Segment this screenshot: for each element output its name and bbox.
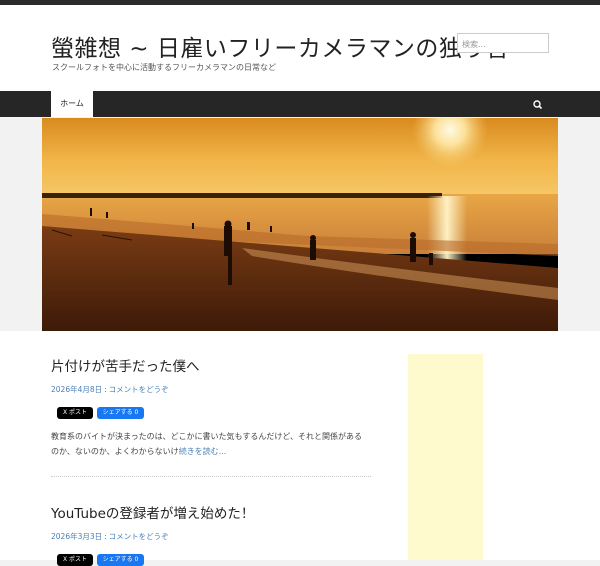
nav-item-home[interactable]: ホーム (51, 91, 93, 117)
post-meta: 2026年3月3日: コメントをどうぞ (51, 531, 371, 542)
post-meta: 2026年4月8日: コメントをどうぞ (51, 384, 371, 395)
post-title[interactable]: 片付けが苦手だった僕へ (51, 355, 371, 375)
search-input[interactable]: 検索... (457, 33, 549, 53)
header-image (42, 118, 558, 331)
post-date[interactable]: 2026年3月3日 (51, 532, 102, 541)
sidebar-ad[interactable] (408, 354, 483, 560)
facebook-share-button[interactable]: シェアする 0 (97, 554, 144, 566)
post-item: YouTubeの登録者が増え始めた！ 2026年3月3日: コメントをどうぞ X … (51, 502, 371, 566)
main-navigation: ホーム (0, 91, 600, 117)
comment-link[interactable]: コメントをどうぞ (109, 532, 169, 541)
post-divider (51, 476, 371, 477)
post-excerpt: 教育系のバイトが決まったのは、どこかに書いた気もするんだけど、それと関係があるの… (51, 429, 369, 459)
meta-separator: : (104, 385, 107, 394)
post-item: 片付けが苦手だった僕へ 2026年4月8日: コメントをどうぞ X ポスト シェア… (51, 355, 371, 459)
site-title[interactable]: 螢雑想 ~ 日雇いフリーカメラマンの独り言 (51, 29, 509, 63)
facebook-share-button[interactable]: シェアする 0 (97, 407, 144, 419)
site-description: スクールフォトを中心に活動するフリーカメラマンの日常など (52, 63, 276, 72)
read-more-link[interactable]: 続きを読む... (179, 447, 227, 456)
meta-separator: : (104, 532, 107, 541)
comment-link[interactable]: コメントをどうぞ (109, 385, 169, 394)
share-buttons: X ポスト シェアする 0 (51, 554, 371, 566)
search-icon[interactable] (531, 97, 545, 111)
site-header: 螢雑想 ~ 日雇いフリーカメラマンの独り言 スクールフォトを中心に活動するフリー… (0, 5, 600, 91)
share-buttons: X ポスト シェアする 0 (51, 407, 371, 419)
x-post-button[interactable]: X ポスト (57, 407, 93, 419)
x-post-button[interactable]: X ポスト (57, 554, 93, 566)
post-date[interactable]: 2026年4月8日 (51, 385, 102, 394)
post-title[interactable]: YouTubeの登録者が増え始めた！ (51, 502, 371, 522)
